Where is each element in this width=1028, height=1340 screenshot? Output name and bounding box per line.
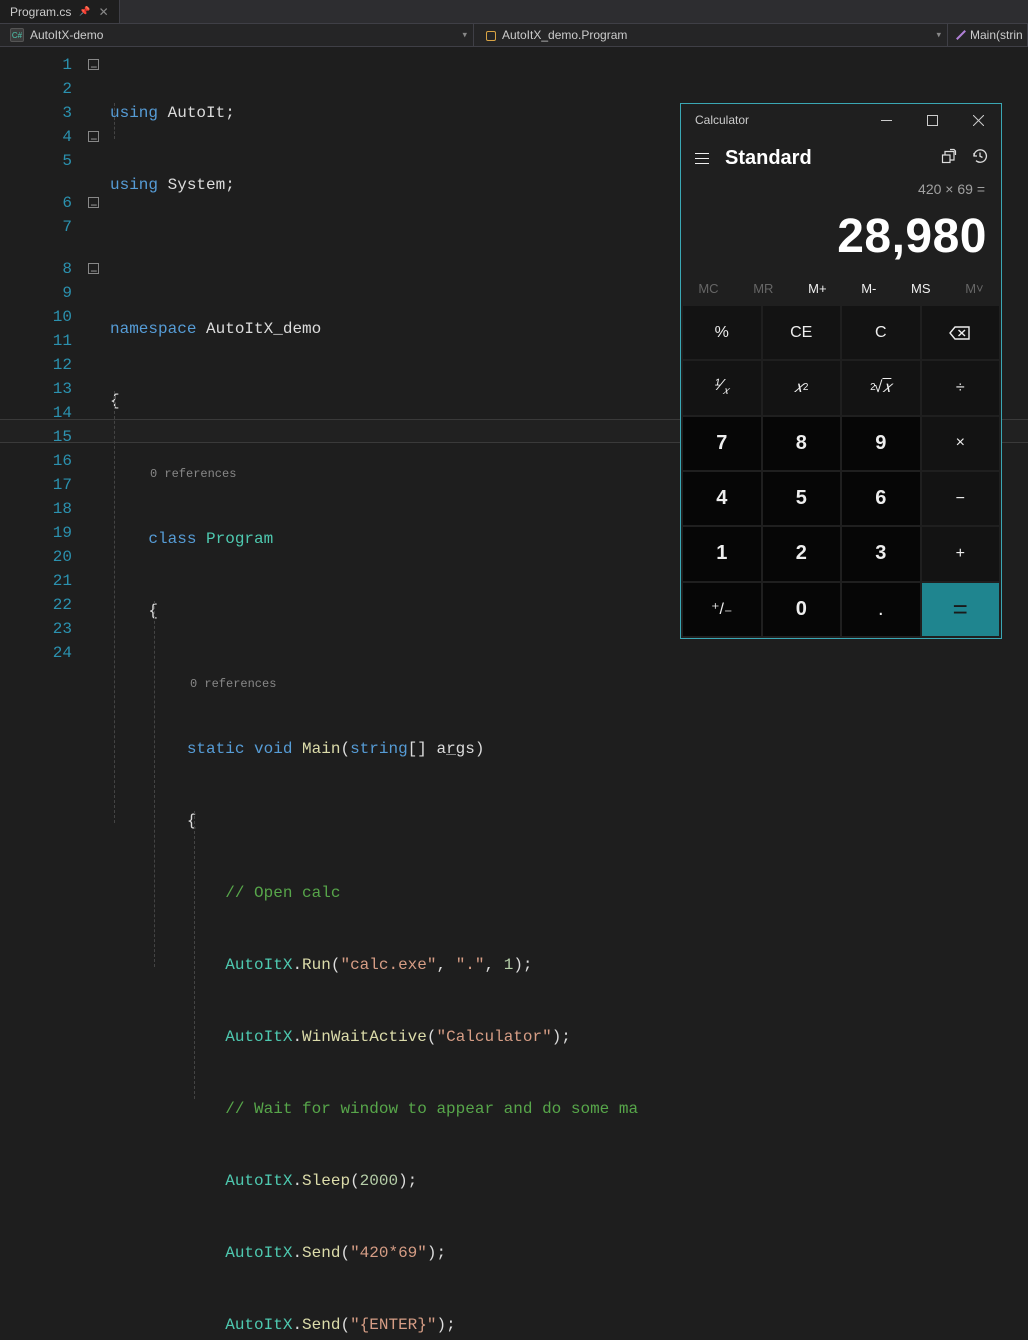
code-line: using AutoIt; <box>110 101 638 125</box>
fold-toggle[interactable] <box>88 59 99 70</box>
hamburger-icon[interactable] <box>693 149 711 168</box>
btn-multiply[interactable]: × <box>922 417 1000 470</box>
method-icon <box>956 30 966 40</box>
btn-square[interactable]: 𝑥2 <box>763 361 841 414</box>
calculator-titlebar[interactable]: Calculator <box>681 104 1001 136</box>
code-line: namespace AutoItX_demo <box>110 317 638 341</box>
calculator-header: Standard <box>681 136 1001 181</box>
code-line: AutoItX.WinWaitActive("Calculator"); <box>110 1025 638 1049</box>
btn-decimal[interactable]: . <box>842 583 920 636</box>
calculator-result: 28,980 <box>681 209 1001 272</box>
code-line: class Program <box>110 527 638 551</box>
crumb-method[interactable]: Main(strin <box>948 24 1028 46</box>
mem-mv: M˅ <box>965 281 983 296</box>
code-line: { <box>110 389 638 413</box>
crumb-project-label: AutoItX-demo <box>30 28 103 42</box>
codelens: 0 references <box>110 671 638 689</box>
mem-mplus[interactable]: M+ <box>808 281 826 296</box>
calculator-memory-row: MC MR M+ M- MS M˅ <box>681 272 1001 304</box>
fold-toggle[interactable] <box>88 197 99 208</box>
btn-2[interactable]: 2 <box>763 527 841 580</box>
btn-reciprocal[interactable]: ¹∕𝑥 <box>683 361 761 414</box>
maximize-button[interactable] <box>909 104 955 136</box>
code-line: // Wait for window to appear and do some… <box>110 1097 638 1121</box>
file-tab[interactable]: Program.cs 📌 ✕ <box>0 0 120 23</box>
btn-9[interactable]: 9 <box>842 417 920 470</box>
btn-sqrt[interactable]: 2√𝑥 <box>842 361 920 414</box>
code-line: AutoItX.Sleep(2000); <box>110 1169 638 1193</box>
breadcrumb-bar: C# AutoItX-demo ▾ AutoItX_demo.Program ▾… <box>0 24 1028 47</box>
code-line: // Open calc <box>110 881 638 905</box>
btn-3[interactable]: 3 <box>842 527 920 580</box>
crumb-class-label: AutoItX_demo.Program <box>502 28 627 42</box>
code-line: AutoItX.Run("calc.exe", ".", 1); <box>110 953 638 977</box>
btn-backspace[interactable] <box>922 306 1000 359</box>
line-number-gutter: 1 2 3 4 5 6 7 8 9 10 11 12 13 14 15 16 1… <box>0 47 88 670</box>
tab-label: Program.cs <box>10 5 71 19</box>
btn-negate[interactable]: ⁺/₋ <box>683 583 761 636</box>
close-icon[interactable]: ✕ <box>99 5 109 19</box>
fold-gutter <box>88 47 110 670</box>
code-line <box>110 245 638 269</box>
calculator-keypad: % CE C ¹∕𝑥 𝑥2 2√𝑥 ÷ 7 8 9 × 4 5 6 − 1 2 … <box>681 304 1001 638</box>
tab-bar: Program.cs 📌 ✕ <box>0 0 1028 24</box>
calculator-title: Calculator <box>695 113 863 127</box>
chevron-down-icon[interactable]: ▾ <box>462 30 467 41</box>
fold-toggle[interactable] <box>88 131 99 142</box>
codelens: 0 references <box>110 461 638 479</box>
btn-0[interactable]: 0 <box>763 583 841 636</box>
btn-1[interactable]: 1 <box>683 527 761 580</box>
keep-on-top-icon[interactable] <box>941 148 957 169</box>
code-line: static void Main(string[] args) <box>110 737 638 761</box>
mem-ms[interactable]: MS <box>911 281 931 296</box>
code-area[interactable]: using AutoIt; using System; namespace Au… <box>110 47 638 670</box>
btn-equals[interactable]: = <box>922 583 1000 636</box>
mem-mminus[interactable]: M- <box>861 281 876 296</box>
history-icon[interactable] <box>971 147 989 170</box>
btn-divide[interactable]: ÷ <box>922 361 1000 414</box>
crumb-class[interactable]: AutoItX_demo.Program ▾ <box>474 24 948 46</box>
btn-minus[interactable]: − <box>922 472 1000 525</box>
class-icon <box>484 29 496 41</box>
calculator-window: Calculator Standard <box>680 103 1002 639</box>
crumb-method-label: Main(strin <box>970 28 1023 42</box>
btn-7[interactable]: 7 <box>683 417 761 470</box>
pin-icon[interactable]: 📌 <box>79 6 90 17</box>
code-line: { <box>110 809 638 833</box>
code-line: AutoItX.Send("{ENTER}"); <box>110 1313 638 1337</box>
close-button[interactable] <box>955 104 1001 136</box>
mem-mc: MC <box>698 281 718 296</box>
btn-c[interactable]: C <box>842 306 920 359</box>
code-line: AutoItX.Send("420*69"); <box>110 1241 638 1265</box>
btn-8[interactable]: 8 <box>763 417 841 470</box>
mem-mr: MR <box>753 281 773 296</box>
crumb-project[interactable]: C# AutoItX-demo ▾ <box>0 24 474 46</box>
btn-5[interactable]: 5 <box>763 472 841 525</box>
btn-percent[interactable]: % <box>683 306 761 359</box>
btn-plus[interactable]: + <box>922 527 1000 580</box>
code-line: using System; <box>110 173 638 197</box>
code-line: { <box>110 599 638 623</box>
fold-toggle[interactable] <box>88 263 99 274</box>
btn-4[interactable]: 4 <box>683 472 761 525</box>
minimize-button[interactable] <box>863 104 909 136</box>
calculator-mode: Standard <box>725 147 931 170</box>
csharp-icon: C# <box>10 28 24 42</box>
calculator-expression: 420 × 69 = <box>681 181 1001 209</box>
btn-ce[interactable]: CE <box>763 306 841 359</box>
chevron-down-icon[interactable]: ▾ <box>936 30 941 41</box>
btn-6[interactable]: 6 <box>842 472 920 525</box>
